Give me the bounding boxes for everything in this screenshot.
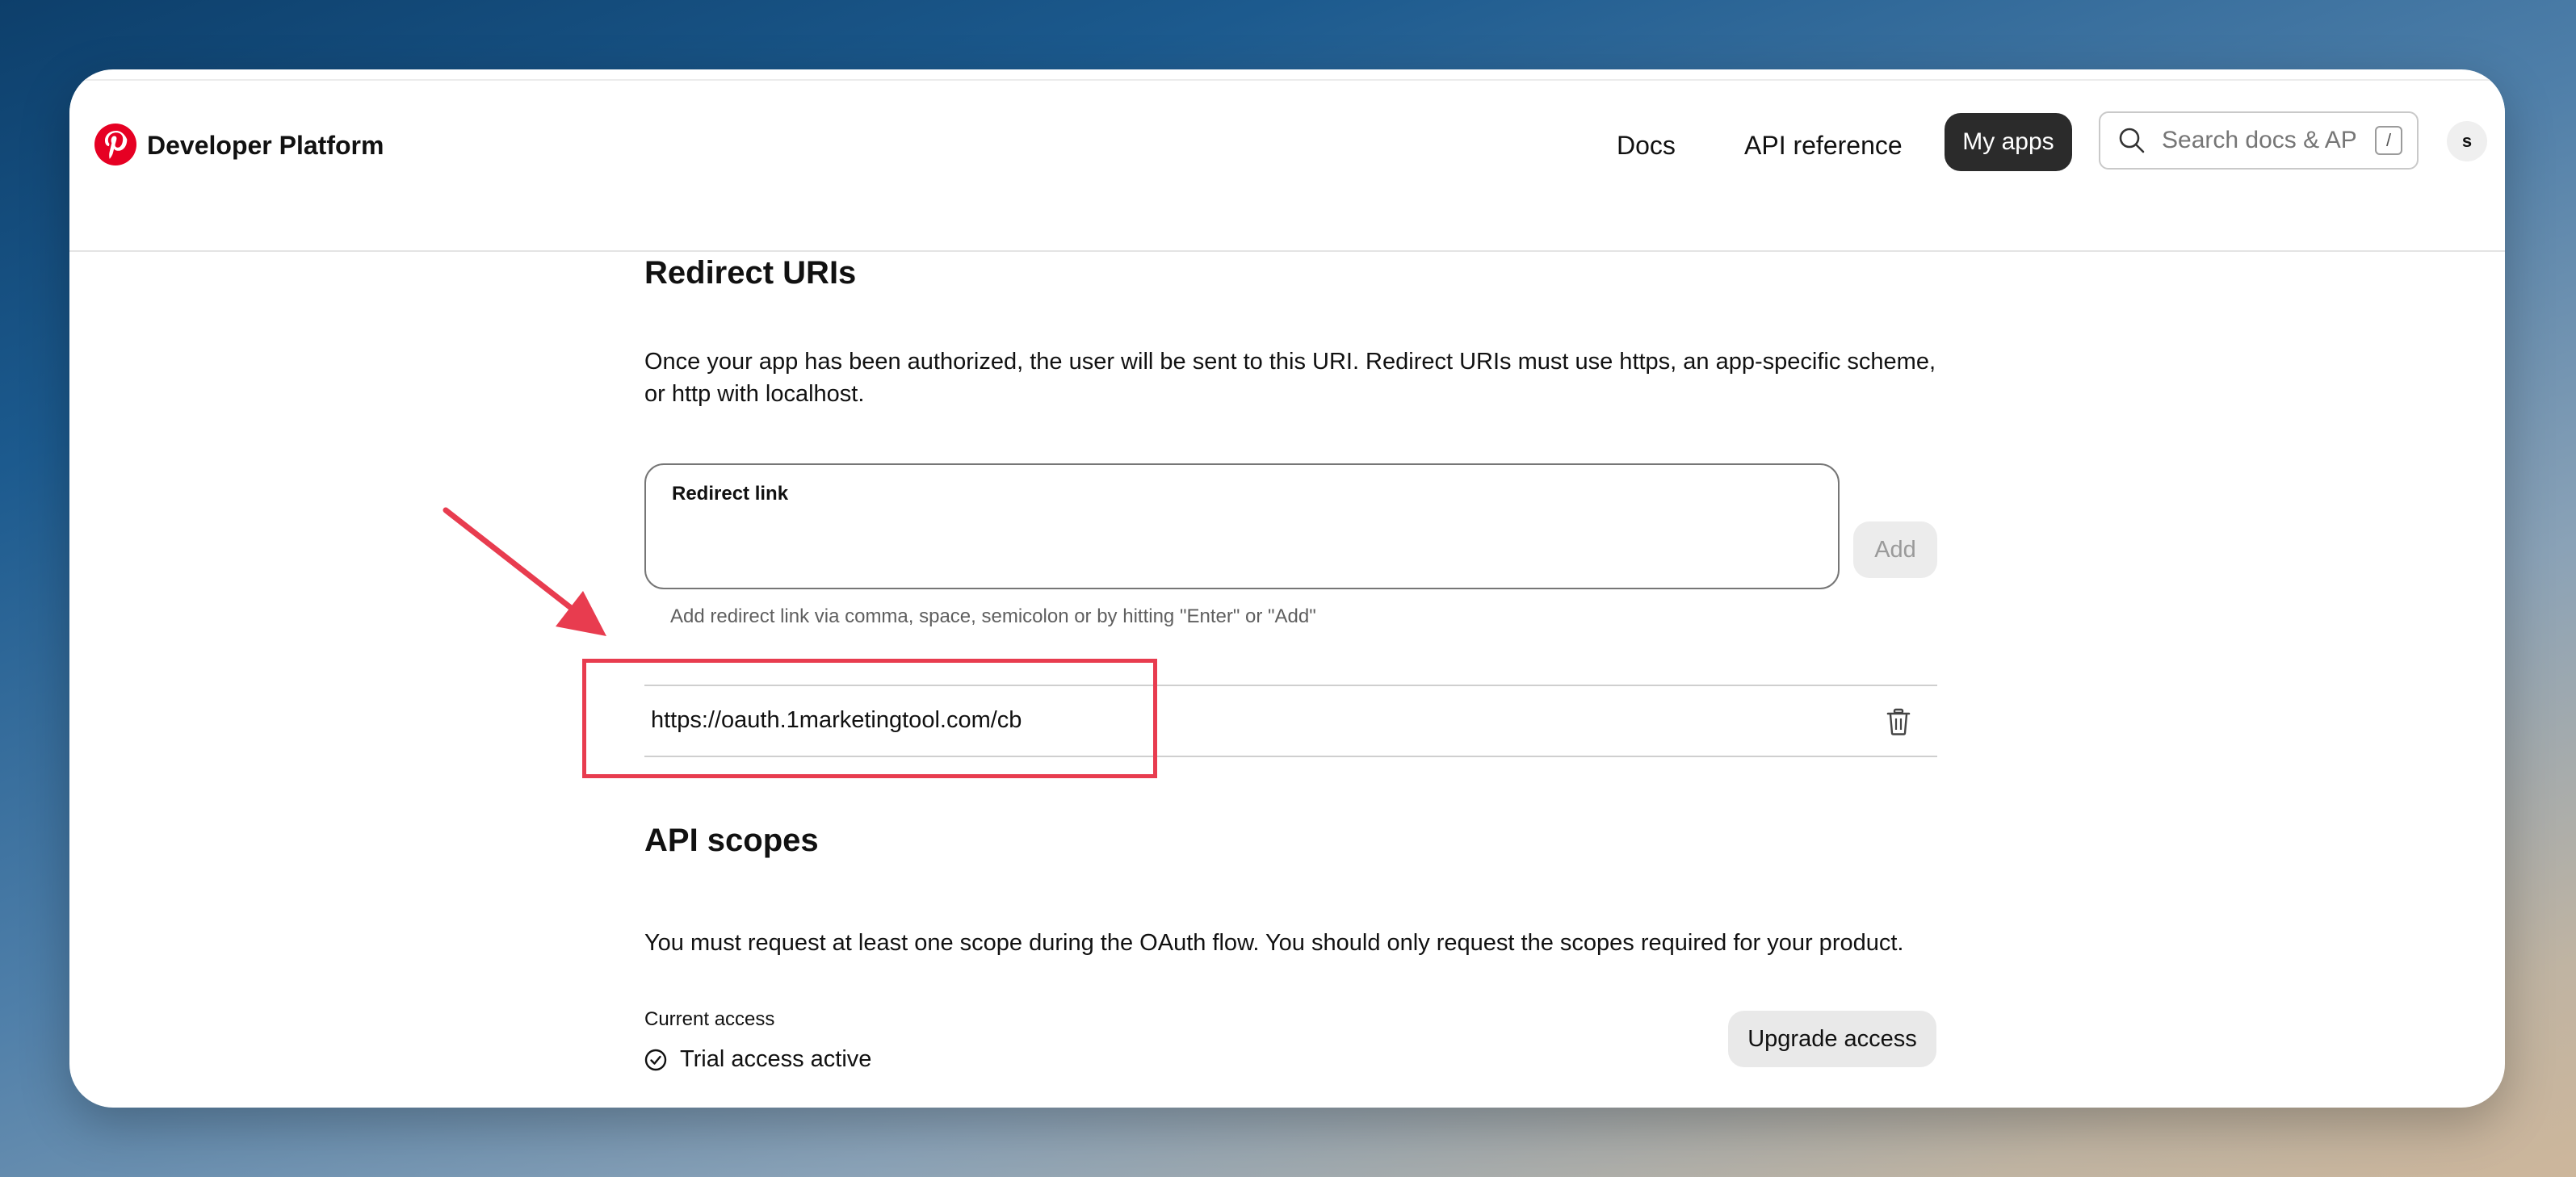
brand-title[interactable]: Developer Platform bbox=[147, 121, 384, 170]
redirect-link-input[interactable] bbox=[672, 521, 1802, 562]
trial-access-status: Trial access active bbox=[644, 1046, 871, 1073]
nav-docs-link[interactable]: Docs bbox=[1617, 121, 1676, 170]
search-box[interactable]: / bbox=[2099, 111, 2419, 170]
search-icon bbox=[2119, 128, 2145, 153]
trial-access-text: Trial access active bbox=[680, 1046, 872, 1072]
current-access-label: Current access bbox=[644, 1008, 775, 1030]
pinterest-logo-icon[interactable] bbox=[94, 123, 137, 166]
api-scopes-heading: API scopes bbox=[644, 823, 819, 858]
trash-icon[interactable] bbox=[1884, 707, 1913, 736]
search-input[interactable] bbox=[2162, 127, 2356, 154]
top-nav-bar: Developer Platform Docs API reference My… bbox=[69, 79, 2505, 252]
search-shortcut-key: / bbox=[2375, 126, 2402, 155]
redirect-link-field[interactable]: Redirect link bbox=[644, 463, 1840, 589]
add-redirect-button[interactable]: Add bbox=[1853, 521, 1937, 578]
redirect-uris-description: Once your app has been authorized, the u… bbox=[644, 349, 1936, 407]
redirect-uris-heading: Redirect URIs bbox=[644, 255, 857, 291]
nav-api-reference-link[interactable]: API reference bbox=[1744, 121, 1903, 170]
check-circle-icon bbox=[644, 1049, 667, 1070]
api-scopes-description: You must request at least one scope duri… bbox=[644, 930, 1904, 956]
user-avatar[interactable]: s bbox=[2447, 121, 2487, 161]
annotation-arrow-icon bbox=[443, 507, 606, 636]
redirect-helper-text: Add redirect link via comma, space, semi… bbox=[670, 605, 1316, 627]
app-window: Developer Platform Docs API reference My… bbox=[69, 69, 2505, 1108]
annotation-highlight-box bbox=[582, 659, 1157, 778]
upgrade-access-button[interactable]: Upgrade access bbox=[1728, 1011, 1936, 1067]
nav-my-apps-button[interactable]: My apps bbox=[1945, 113, 2072, 171]
redirect-link-label: Redirect link bbox=[672, 483, 789, 505]
